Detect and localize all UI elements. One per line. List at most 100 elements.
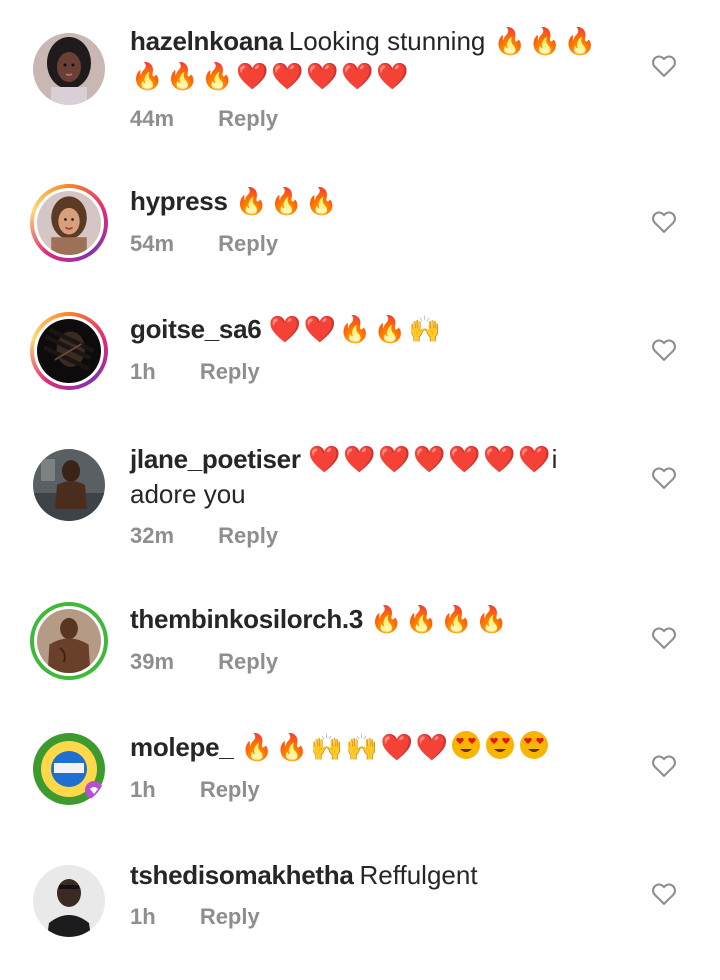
heart-emoji: ❤️	[303, 315, 337, 345]
comment-time: 1h	[130, 904, 156, 929]
heart-emoji: ❤️	[447, 445, 481, 475]
heart-emoji: ❤️	[482, 445, 516, 475]
heart-outline-icon	[652, 467, 676, 489]
heart-eyes-emoji	[452, 731, 481, 759]
fire-emoji: 🔥	[269, 187, 303, 217]
avatar[interactable]	[30, 602, 108, 680]
heart-outline-icon	[652, 755, 676, 777]
avatar-image	[37, 319, 101, 383]
heart-emoji: ❤️	[376, 62, 409, 92]
fire-emoji: 🔥	[563, 27, 597, 57]
heart-emoji: ❤️	[517, 445, 551, 475]
fire-emoji: 🔥	[440, 605, 473, 635]
comment-meta: 54m Reply	[130, 229, 600, 259]
comment-username[interactable]: hazelnkoana	[130, 26, 283, 56]
fire-emoji: 🔥	[373, 315, 407, 345]
comment-meta: 39m Reply	[130, 647, 600, 677]
reply-button[interactable]: Reply	[218, 229, 278, 259]
heart-outline-icon	[652, 339, 676, 361]
heart-emoji: ❤️	[341, 62, 374, 92]
reply-button[interactable]: Reply	[200, 902, 260, 932]
reply-button[interactable]: Reply	[218, 647, 278, 677]
comment-username[interactable]: tshedisomakhetha	[130, 860, 354, 890]
like-button[interactable]	[650, 52, 678, 80]
comment-username[interactable]: molepe_	[130, 732, 234, 762]
fire-emoji: 🔥	[338, 315, 372, 345]
fire-emoji: 🔥	[405, 605, 438, 635]
fire-emoji: 🔥	[275, 733, 309, 763]
heart-emoji: ❤️	[268, 315, 302, 345]
like-button[interactable]	[650, 336, 678, 364]
heart-emoji: ❤️	[271, 62, 304, 92]
comment-text: Looking stunning	[288, 26, 486, 56]
heart-emoji: ❤️	[380, 733, 414, 763]
heart-outline-icon	[652, 883, 676, 905]
comment-meta: 44m Reply	[130, 104, 600, 134]
like-button[interactable]	[650, 208, 678, 236]
fire-emoji: 🔥	[370, 605, 403, 635]
fire-emoji: 🔥	[493, 27, 527, 57]
comment-username[interactable]: jlane_poetiser	[130, 444, 301, 474]
heart-emoji: ❤️	[306, 62, 339, 92]
avatar-image	[33, 733, 105, 805]
comment-time: 1h	[130, 777, 156, 802]
avatar-image	[33, 865, 105, 937]
fire-emoji: 🔥	[234, 187, 268, 217]
like-button[interactable]	[650, 624, 678, 652]
comment-time: 32m	[130, 523, 175, 548]
reply-button[interactable]: Reply	[218, 104, 278, 134]
fire-emoji: 🔥	[240, 733, 274, 763]
fire-emoji: 🔥	[166, 62, 199, 92]
heart-eyes-emoji	[486, 731, 515, 759]
comment-text-line: thembinkosilorch.3 🔥 🔥 🔥 🔥	[130, 602, 600, 637]
like-button[interactable]	[650, 464, 678, 492]
raising-hands-emoji: 🙌	[408, 315, 442, 345]
heart-emoji: ❤️	[342, 445, 376, 475]
comment-username[interactable]: thembinkosilorch.3	[130, 604, 363, 634]
comment-text-line: tshedisomakhetha Reffulgent	[130, 858, 600, 892]
comment-username[interactable]: goitse_sa6	[130, 314, 262, 344]
like-button[interactable]	[650, 752, 678, 780]
comment-text: Reffulgent	[359, 860, 478, 890]
fire-emoji: 🔥	[304, 187, 338, 217]
fire-emoji: 🔥	[201, 62, 234, 92]
comment-meta: 1h Reply	[130, 357, 600, 387]
fire-emoji: 🔥	[475, 605, 508, 635]
heart-emoji: ❤️	[307, 445, 341, 475]
avatar[interactable]	[30, 30, 108, 108]
heart-emoji: ❤️	[415, 733, 449, 763]
comment-meta: 32m Reply	[130, 521, 600, 551]
reply-button[interactable]: Reply	[200, 775, 260, 805]
avatar-image	[33, 449, 105, 521]
avatar[interactable]	[30, 184, 108, 262]
heart-outline-icon	[652, 627, 676, 649]
fire-emoji: 🔥	[528, 27, 562, 57]
comment-time: 1h	[130, 359, 156, 384]
like-button[interactable]	[650, 880, 678, 908]
heart-outline-icon	[652, 55, 676, 77]
avatar[interactable]	[30, 730, 108, 808]
comment-time: 54m	[130, 231, 175, 256]
avatar-image	[37, 191, 101, 255]
heart-eyes-emoji	[520, 731, 549, 759]
raising-hands-emoji: 🙌	[345, 733, 379, 763]
comment-meta: 1h Reply	[130, 775, 600, 805]
comment-text-line: hypress 🔥 🔥 🔥	[130, 184, 600, 219]
avatar[interactable]	[30, 446, 108, 524]
avatar[interactable]	[30, 312, 108, 390]
heart-emoji: ❤️	[412, 445, 446, 475]
comment-text-line: hazelnkoana Looking stunning 🔥 🔥 🔥 🔥 🔥 🔥 ❤️ ❤️ ❤…	[130, 24, 600, 94]
comment-text-line: jlane_poetiser ❤️ ❤️ ❤️ ❤️ ❤️ ❤️ ❤️i adore you	[130, 442, 600, 511]
avatar-image	[37, 609, 101, 673]
comment-username[interactable]: hypress	[130, 186, 228, 216]
fire-emoji: 🔥	[131, 62, 164, 92]
reply-button[interactable]: Reply	[218, 521, 278, 551]
avatar-image	[33, 33, 105, 105]
heart-outline-icon	[652, 211, 676, 233]
comment-text-line: goitse_sa6 ❤️ ❤️ 🔥 🔥 🙌	[130, 312, 600, 347]
avatar[interactable]	[30, 862, 108, 940]
reply-button[interactable]: Reply	[200, 357, 260, 387]
comment-time: 44m	[130, 106, 175, 131]
raising-hands-emoji: 🙌	[310, 733, 344, 763]
comment-meta: 1h Reply	[130, 902, 600, 932]
